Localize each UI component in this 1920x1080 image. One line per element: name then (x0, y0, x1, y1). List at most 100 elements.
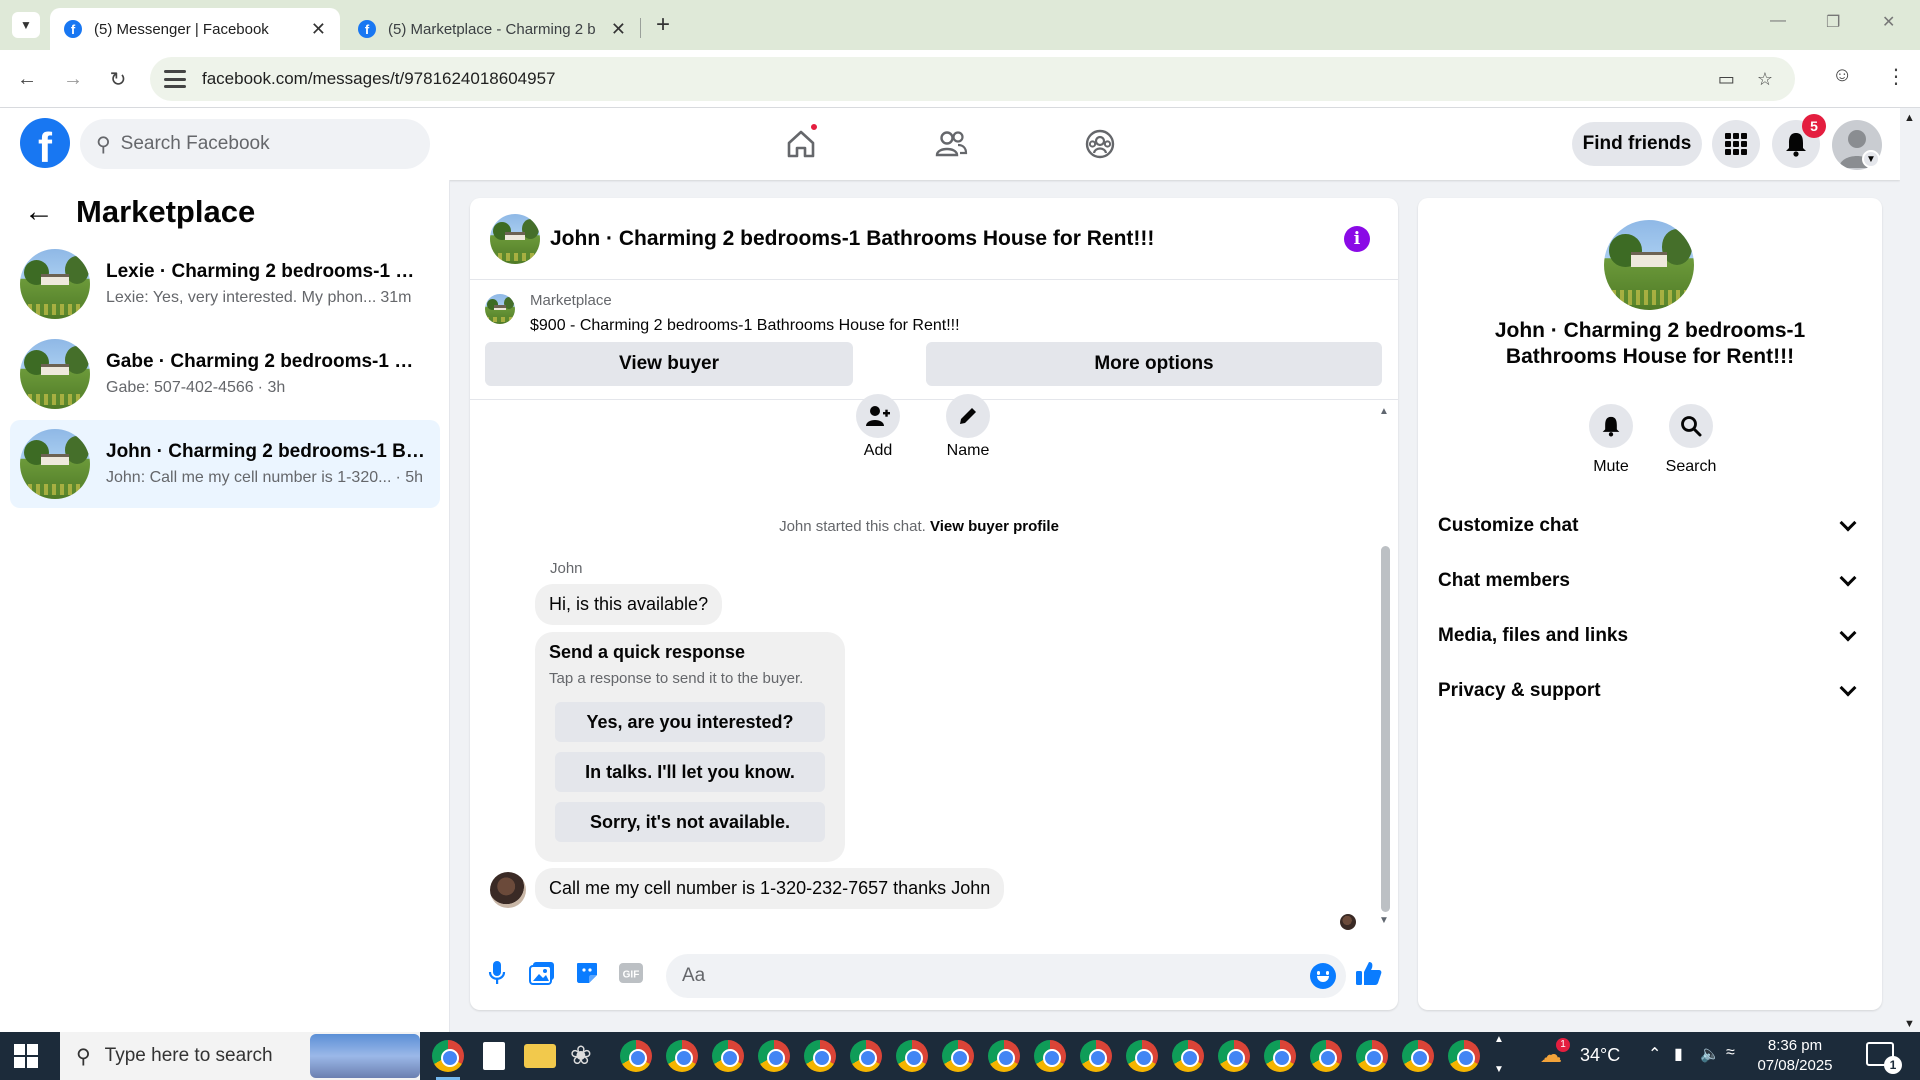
chrome-taskbar-icon[interactable] (666, 1040, 698, 1072)
back-arrow-icon[interactable]: ← (24, 195, 54, 229)
facebook-search-input[interactable] (120, 133, 391, 155)
gif-button[interactable]: GIF (616, 958, 646, 988)
chrome-taskbar-icon[interactable] (1402, 1040, 1434, 1072)
listing-price-title[interactable]: $900 - Charming 2 bedrooms-1 Bathrooms H… (530, 317, 960, 335)
notification-center-icon[interactable]: 1 (1866, 1042, 1902, 1074)
chat-title[interactable]: John · Charming 2 bedrooms-1 Bathrooms H… (550, 227, 1154, 251)
file-taskbar-icon[interactable] (483, 1042, 505, 1070)
chrome-taskbar-icon[interactable] (620, 1040, 652, 1072)
message-input-box[interactable] (666, 954, 1346, 998)
conversation-item-selected[interactable]: John · Charming 2 bedrooms-1 Bat... John… (10, 420, 440, 508)
chrome-taskbar-icon[interactable] (1448, 1040, 1480, 1072)
tab-messenger[interactable]: f (5) Messenger | Facebook ✕ (50, 8, 340, 50)
file-explorer-icon[interactable] (524, 1044, 556, 1068)
chrome-taskbar-icon[interactable] (1218, 1040, 1250, 1072)
chat-info-thumbnail[interactable] (1604, 220, 1694, 310)
scroll-down-arrow-icon[interactable]: ▼ (1904, 1018, 1915, 1030)
chat-listing-thumbnail[interactable] (490, 213, 540, 264)
chrome-taskbar-icon[interactable] (988, 1040, 1020, 1072)
close-tab-icon[interactable]: ✕ (311, 19, 326, 40)
menu-grid-button[interactable] (1712, 120, 1760, 168)
view-buyer-button[interactable]: View buyer (485, 342, 853, 386)
chrome-taskbar-icon[interactable] (432, 1040, 464, 1080)
quick-response-not-available-button[interactable]: Sorry, it's not available. (555, 802, 825, 842)
like-button[interactable] (1354, 958, 1384, 988)
emoji-icon[interactable] (1310, 963, 1336, 989)
facebook-logo-icon[interactable]: f (20, 118, 70, 168)
chrome-taskbar-icon[interactable] (758, 1040, 790, 1072)
chrome-taskbar-icon[interactable] (850, 1040, 882, 1072)
photo-attach-button[interactable] (527, 958, 557, 988)
sticker-button[interactable] (572, 958, 602, 988)
notifications-button[interactable]: 5 (1772, 114, 1826, 168)
bookmark-star-icon[interactable]: ☆ (1757, 69, 1773, 90)
page-scrollbar[interactable]: ▲ ▼ (1900, 108, 1920, 1032)
quick-response-in-talks-button[interactable]: In talks. I'll let you know. (555, 752, 825, 792)
scroll-up-arrow-icon[interactable]: ▲ (1379, 406, 1389, 417)
add-person-button[interactable] (856, 394, 900, 438)
conversation-item[interactable]: Lexie · Charming 2 bedrooms-1 Ba... Lexi… (10, 240, 440, 328)
windows-start-icon[interactable] (14, 1044, 38, 1068)
sender-avatar[interactable] (490, 872, 526, 908)
message-input[interactable] (682, 965, 1282, 987)
chat-scrollbar[interactable]: ▲ ▼ (1378, 406, 1392, 926)
scrollbar-thumb[interactable] (1381, 546, 1390, 912)
minimize-icon[interactable]: — (1770, 12, 1786, 30)
profile-account-icon[interactable]: ☺ (1832, 64, 1852, 87)
close-tab-icon[interactable]: ✕ (611, 19, 626, 40)
chrome-taskbar-icon[interactable] (1356, 1040, 1388, 1072)
restore-icon[interactable]: ❐ (1826, 12, 1840, 32)
mute-button[interactable]: Mute (1571, 404, 1651, 476)
weather-temperature[interactable]: 34°C (1580, 1045, 1620, 1066)
account-dropdown-icon[interactable]: ▼ (1862, 150, 1880, 168)
search-conversation-button[interactable]: Search (1651, 404, 1731, 476)
chrome-taskbar-icon[interactable] (1080, 1040, 1112, 1072)
back-arrow-icon[interactable]: ← (12, 64, 42, 94)
privacy-support-section[interactable]: Privacy & support (1438, 671, 1862, 711)
browser-menu-icon[interactable]: ⋮ (1886, 64, 1906, 89)
url-text[interactable]: facebook.com/messages/t/9781624018604957 (202, 69, 1718, 89)
scroll-down-arrow-icon[interactable]: ▼ (1379, 915, 1389, 926)
view-buyer-profile-link[interactable]: View buyer profile (930, 518, 1059, 535)
install-app-icon[interactable]: ▭ (1718, 69, 1735, 90)
quick-response-yes-button[interactable]: Yes, are you interested? (555, 702, 825, 742)
edit-name-button[interactable] (946, 394, 990, 438)
chrome-taskbar-icon[interactable] (1172, 1040, 1204, 1072)
taskbar-search-box[interactable]: ⚲ Type here to search (60, 1032, 420, 1080)
taskbar-clock[interactable]: 8:36 pm 07/08/2025 (1750, 1036, 1840, 1076)
chrome-taskbar-icon[interactable] (896, 1040, 928, 1072)
wifi-icon[interactable]: ≈ (1726, 1044, 1735, 1062)
scroll-up-arrow-icon[interactable]: ▲ (1904, 112, 1915, 124)
chrome-taskbar-icon[interactable] (1310, 1040, 1342, 1072)
home-nav-button[interactable] (779, 122, 823, 166)
friends-nav-button[interactable] (929, 122, 973, 166)
address-bar[interactable]: facebook.com/messages/t/9781624018604957… (150, 57, 1795, 101)
customize-chat-section[interactable]: Customize chat (1438, 506, 1862, 546)
facebook-search-box[interactable]: ⚲ (80, 119, 430, 169)
media-files-links-section[interactable]: Media, files and links (1438, 616, 1862, 656)
tab-marketplace[interactable]: f (5) Marketplace - Charming 2 b ✕ (344, 8, 640, 50)
battery-icon[interactable]: ▮ (1674, 1044, 1683, 1064)
chrome-taskbar-icon[interactable] (804, 1040, 836, 1072)
forward-arrow-icon[interactable]: → (58, 64, 88, 94)
chrome-taskbar-icon[interactable] (1034, 1040, 1066, 1072)
more-options-button[interactable]: More options (926, 342, 1382, 386)
chat-members-section[interactable]: Chat members (1438, 561, 1862, 601)
tab-search-dropdown[interactable]: ▼ (12, 12, 40, 38)
conversation-item[interactable]: Gabe · Charming 2 bedrooms-1 Ba... Gabe:… (10, 330, 440, 418)
chrome-taskbar-icon[interactable] (942, 1040, 974, 1072)
close-window-icon[interactable]: ✕ (1882, 12, 1895, 32)
find-friends-button[interactable]: Find friends (1572, 122, 1702, 166)
info-icon[interactable]: i (1344, 226, 1370, 252)
site-info-icon[interactable] (164, 70, 186, 88)
chrome-taskbar-icon[interactable] (1264, 1040, 1296, 1072)
new-tab-button[interactable]: + (650, 11, 676, 38)
show-hidden-icons-icon[interactable]: ⌃ (1648, 1044, 1661, 1064)
microphone-button[interactable] (482, 958, 512, 988)
chrome-taskbar-icon[interactable] (712, 1040, 744, 1072)
taskbar-scroll-down-icon[interactable]: ▼ (1494, 1064, 1504, 1075)
taskbar-scroll-up-icon[interactable]: ▲ (1494, 1034, 1504, 1045)
paint-app-icon[interactable]: ❀ (570, 1040, 602, 1072)
reload-icon[interactable]: ↻ (103, 64, 133, 94)
volume-icon[interactable]: 🔈 (1700, 1044, 1720, 1064)
